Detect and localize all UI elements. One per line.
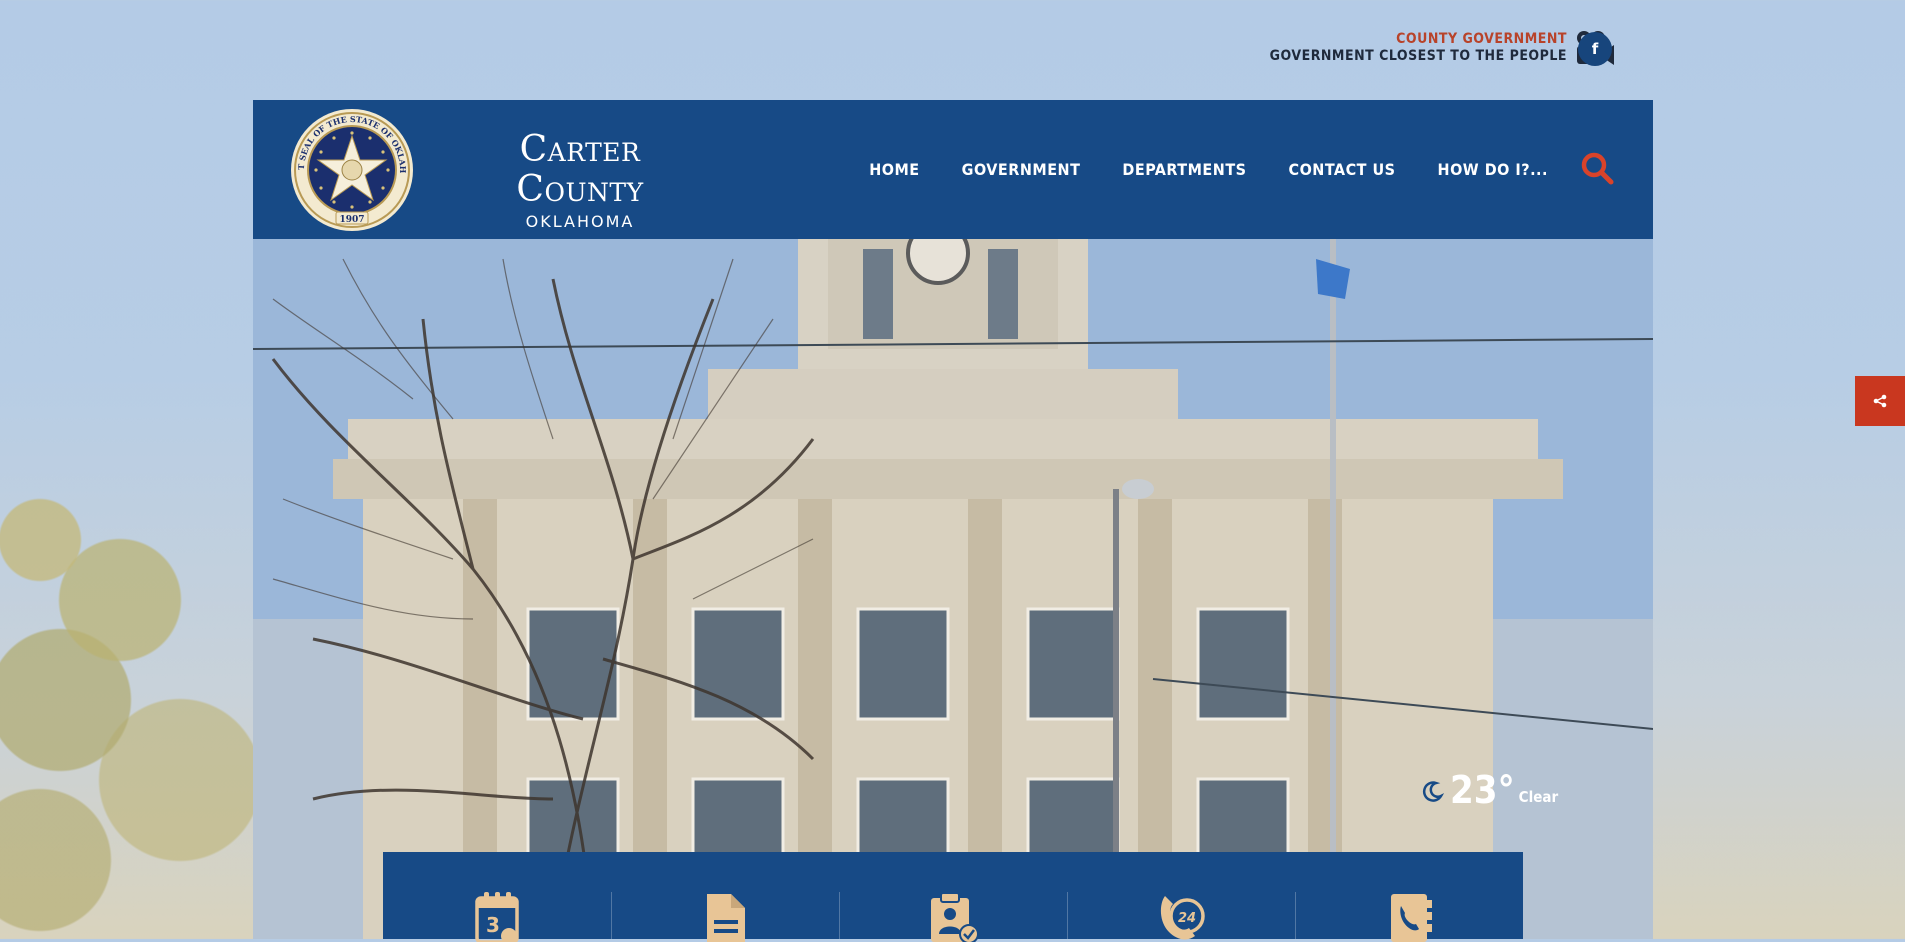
- 24-hour-phone-icon: 24: [1160, 896, 1205, 940]
- courthouse-illustration: [253, 239, 1653, 939]
- svg-text:3: 3: [486, 913, 500, 937]
- background-foliage: [0, 480, 260, 940]
- tagline: COUNTY GOVERNMENT GOVERNMENT CLOSEST TO …: [1270, 31, 1567, 65]
- phone-directory-icon: [1391, 894, 1432, 942]
- nav-home[interactable]: HOME: [869, 160, 919, 179]
- svg-text:24: 24: [1178, 911, 1196, 926]
- county-state: OKLAHOMA: [525, 212, 635, 231]
- nav-how-do-i[interactable]: HOW DO I?...: [1438, 160, 1548, 179]
- moon-icon: [1422, 781, 1444, 802]
- document-icon: [707, 894, 745, 942]
- quick-link-job-application[interactable]: [839, 852, 1067, 942]
- nav-contact-us[interactable]: CONTACT US: [1289, 160, 1396, 179]
- weather-condition: Clear: [1518, 788, 1559, 806]
- job-application-icon: [931, 892, 979, 942]
- quick-link-calendar[interactable]: 3: [383, 852, 611, 942]
- quick-link-phone-directory[interactable]: [1295, 852, 1523, 942]
- quick-link-24-hour-phone[interactable]: 24: [1067, 852, 1295, 940]
- oklahoma-seal-logo[interactable]: GREAT SEAL OF THE STATE OF OKLAHOMA 1907: [290, 108, 414, 232]
- site-header: GREAT SEAL OF THE STATE OF OKLAHOMA 1907…: [253, 100, 1653, 239]
- nav-departments[interactable]: DEPARTMENTS: [1122, 160, 1246, 179]
- quick-link-documents[interactable]: [611, 852, 839, 942]
- nav-government[interactable]: GOVERNMENT: [962, 160, 1081, 179]
- share-button[interactable]: [1855, 376, 1905, 426]
- county-brand[interactable]: Carter County OKLAHOMA: [455, 129, 705, 232]
- facebook-button[interactable]: f: [1578, 32, 1612, 66]
- weather-temperature: 23°: [1450, 768, 1515, 812]
- calendar-icon: 3: [475, 892, 519, 942]
- county-name: Carter County: [516, 129, 644, 210]
- search-icon[interactable]: [1579, 150, 1615, 186]
- facebook-icon: f: [1591, 40, 1599, 58]
- seal-year: 1907: [339, 215, 364, 225]
- quick-links-bar: 3 24: [383, 852, 1523, 942]
- tagline-closest-to-people: GOVERNMENT CLOSEST TO THE PEOPLE: [1269, 48, 1567, 64]
- top-bar: COUNTY GOVERNMENT GOVERNMENT CLOSEST TO …: [1270, 30, 1615, 66]
- main-nav: HOME GOVERNMENT DEPARTMENTS CONTACT US H…: [827, 100, 1548, 239]
- weather-widget: 23° Clear: [1422, 770, 1558, 810]
- tagline-county-government: COUNTY GOVERNMENT: [1396, 31, 1567, 47]
- share-icon: [1873, 394, 1887, 408]
- hero-image-courthouse: [253, 239, 1653, 939]
